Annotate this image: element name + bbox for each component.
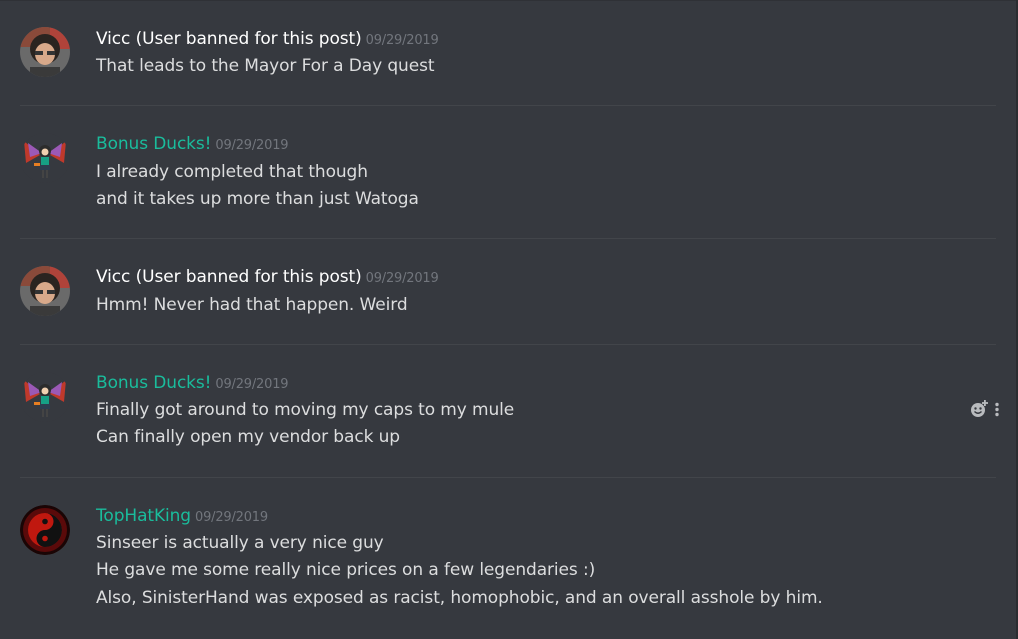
bonus-ducks-avatar[interactable] — [20, 372, 70, 422]
message-text: Finally got around to moving my caps to … — [96, 400, 515, 420]
bonus-ducks-avatar[interactable] — [20, 133, 70, 183]
add-reaction-button[interactable] — [968, 398, 990, 420]
message-header: Bonus Ducks! 09/29/2019 — [96, 373, 289, 393]
message-hover-actions — [966, 396, 1006, 422]
message-divider — [20, 477, 996, 478]
message-text: That leads to the Mayor For a Day quest — [96, 56, 435, 76]
message-text: Can finally open my vendor back up — [96, 427, 400, 447]
timestamp: 09/29/2019 — [215, 377, 289, 392]
message-divider — [20, 344, 996, 345]
tophatking-avatar[interactable] — [20, 505, 70, 555]
message-text: I already completed that though — [96, 162, 368, 182]
timestamp: 09/29/2019 — [195, 510, 268, 525]
message-divider — [20, 105, 996, 106]
message-divider — [20, 238, 996, 239]
username[interactable]: Bonus Ducks! — [96, 373, 212, 393]
vicc-avatar[interactable] — [20, 266, 70, 316]
message-header: TopHatKing 09/29/2019 — [96, 506, 268, 526]
vicc-avatar[interactable] — [20, 27, 70, 77]
more-options-icon — [995, 402, 999, 417]
more-options-button[interactable] — [992, 398, 1002, 420]
username[interactable]: TopHatKing — [96, 506, 191, 526]
message-text: He gave me some really nice prices on a … — [96, 560, 596, 580]
top-edge — [0, 0, 1018, 1]
message-header: Vicc (User banned for this post) 09/29/20… — [96, 29, 439, 49]
username[interactable]: Vicc (User banned for this post) — [96, 29, 362, 49]
message-text: Sinseer is actually a very nice guy — [96, 533, 384, 553]
message-header: Bonus Ducks! 09/29/2019 — [96, 134, 289, 154]
username[interactable]: Bonus Ducks! — [96, 134, 212, 154]
message-text: and it takes up more than just Watoga — [96, 189, 419, 209]
username[interactable]: Vicc (User banned for this post) — [96, 267, 362, 287]
message-header: Vicc (User banned for this post) 09/29/20… — [96, 267, 439, 287]
timestamp: 09/29/2019 — [215, 138, 289, 153]
message-text: Hmm! Never had that happen. Weird — [96, 295, 408, 315]
timestamp: 09/29/2019 — [365, 271, 439, 286]
add-reaction-icon — [971, 400, 988, 417]
message-text: Also, SinisterHand was exposed as racist… — [96, 588, 823, 608]
timestamp: 09/29/2019 — [365, 33, 439, 48]
